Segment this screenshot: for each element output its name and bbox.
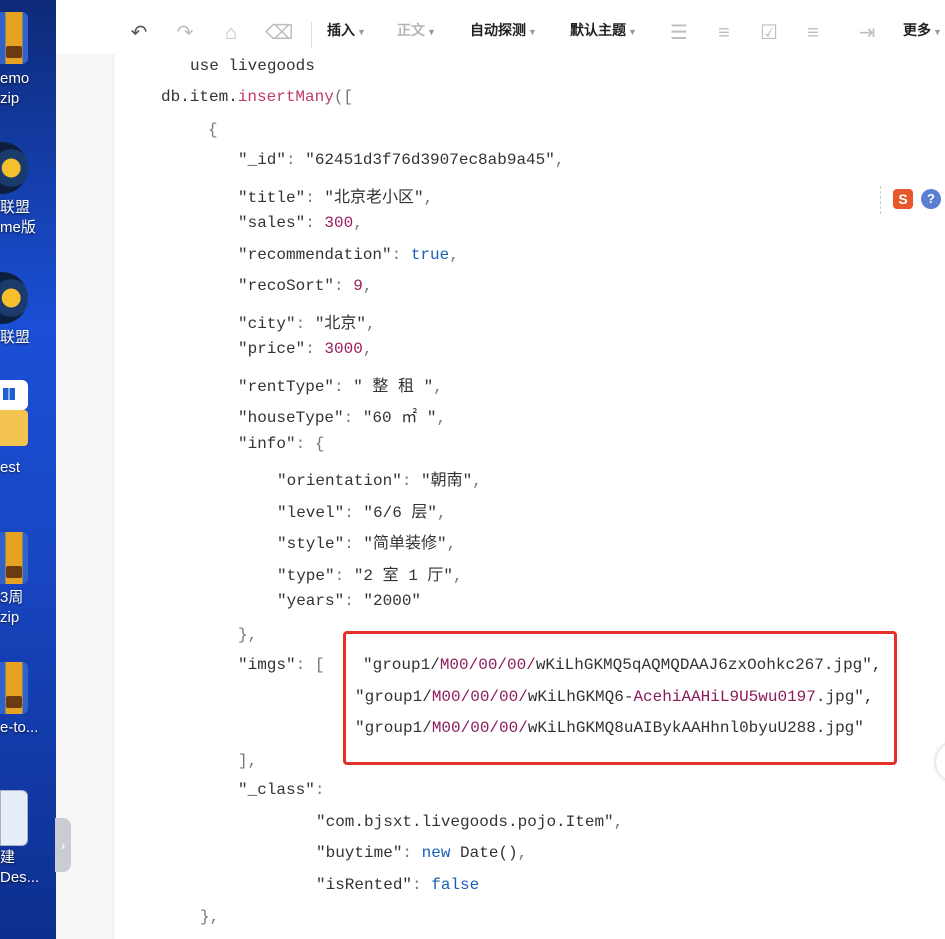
toolbar-separator [311, 22, 312, 48]
desktop-label: 联盟 [0, 199, 31, 216]
archive-icon [0, 532, 28, 584]
code-line: "title": "北京老小区", [238, 189, 434, 207]
desktop-label: 联盟 [0, 329, 31, 346]
game-icon [0, 142, 28, 194]
desktop-strip: emo zip 联盟 me版 联盟 est 3周 zip e-to... 建 D… [0, 0, 56, 939]
desktop-label: e-to... [0, 719, 39, 736]
auto-detect-menu[interactable]: 自动探测 ▼ [470, 18, 537, 42]
code-line: "rentType": " 整 租 ", [238, 378, 443, 396]
toolbar: ↶ ↷ ⌂ ⌫ 插入 ▼ 正文 ▼ 自动探测 ▼ 默认主题 ▼ ☰ ≡ ☑ ≡ ⇥ 更多… [56, 0, 945, 60]
default-theme-menu[interactable]: 默认主题 ▼ [570, 18, 637, 42]
code-line: "years": "2000" [277, 592, 422, 610]
code-line: "recommendation": true, [238, 246, 459, 264]
code-line: "houseType": "60 ㎡ ", [238, 409, 447, 427]
insert-menu[interactable]: 插入 ▼ [327, 18, 366, 42]
code-line: "city": "北京", [238, 315, 376, 333]
code-line: "sales": 300, [238, 214, 363, 232]
indent-icon[interactable]: ⇥ [856, 22, 878, 44]
code-line: "style": "简单装修", [277, 535, 457, 553]
code-line: { [208, 121, 218, 139]
desktop-label: 建 [0, 849, 16, 866]
format-painter-icon[interactable]: ⌂ [220, 22, 242, 44]
ime-toolbar[interactable]: S ? [880, 186, 945, 214]
code-line: "orientation": "朝南", [277, 472, 482, 490]
desktop-label: emo [0, 70, 30, 87]
desktop-label: 3周 [0, 589, 24, 606]
paragraph-style-menu[interactable]: 正文 ▼ [397, 18, 436, 42]
code-line: }, [238, 626, 258, 644]
code-line: "imgs": [ [238, 656, 325, 674]
code-line: use livegoods [190, 57, 315, 75]
redo-icon[interactable]: ↷ [174, 22, 196, 44]
code-line: db.item.insertMany([ [161, 88, 354, 106]
undo-icon[interactable]: ↶ [128, 22, 150, 44]
code-line: "price": 3000, [238, 340, 373, 358]
bullet-list-icon[interactable]: ☰ [668, 22, 690, 44]
code-line: }, [200, 908, 220, 926]
help-icon[interactable]: ? [921, 189, 941, 209]
code-line: "level": "6/6 层", [277, 504, 447, 522]
app-grid-icon [0, 380, 28, 410]
code-line: "buytime": new Date(), [316, 844, 528, 862]
code-line: "type": "2 室 1 厅", [277, 567, 463, 585]
folder-icon [0, 410, 28, 446]
code-line: "isRented": false [316, 876, 480, 894]
code-line: "_id": "62451d3f76d3907ec8ab9a45", [238, 151, 565, 169]
checkbox-icon[interactable]: ☑ [758, 22, 780, 44]
desktop-label: me版 [0, 219, 36, 236]
code-line: "_class": [238, 781, 325, 799]
code-line: "com.bjsxt.livegoods.pojo.Item", [316, 813, 624, 831]
desktop-label: zip [0, 609, 20, 626]
panel-collapse-handle[interactable]: › [55, 818, 71, 872]
desktop-label: est [0, 459, 21, 476]
game-icon [0, 272, 28, 324]
archive-icon [0, 662, 28, 714]
annotation-highlight-box [343, 631, 897, 765]
code-line: ], [238, 752, 258, 770]
eraser-icon[interactable]: ⌫ [265, 22, 293, 44]
archive-icon [0, 12, 28, 64]
desktop-label: zip [0, 90, 20, 107]
code-line: "recoSort": 9, [238, 277, 373, 295]
sogou-ime-icon[interactable]: S [893, 189, 913, 209]
align-icon[interactable]: ≡ [802, 22, 824, 44]
code-line: "info": { [238, 435, 325, 453]
desktop-label: Des... [0, 869, 40, 886]
numbered-list-icon[interactable]: ≡ [713, 22, 735, 44]
document-icon [0, 790, 28, 846]
more-menu[interactable]: 更多 ▼ [903, 18, 942, 42]
